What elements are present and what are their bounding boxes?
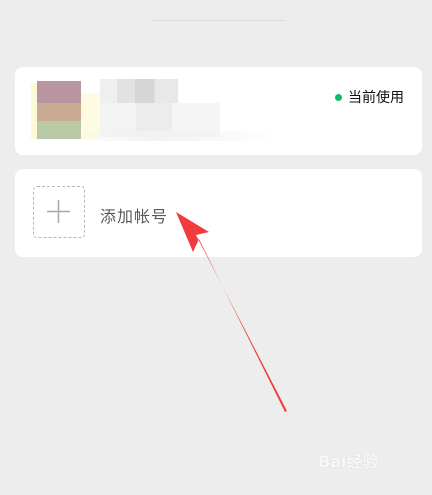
watermark: Bai经验 (318, 452, 379, 471)
annotation-arrow (176, 212, 287, 412)
